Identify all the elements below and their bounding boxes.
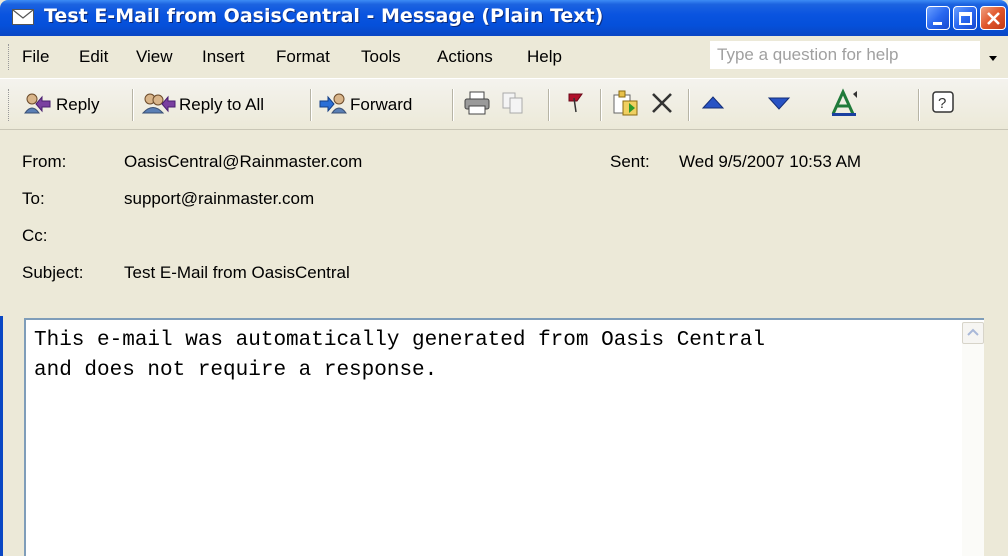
- menu-help[interactable]: Help: [527, 47, 562, 67]
- subject-value: Test E-Mail from OasisCentral: [124, 263, 350, 282]
- menu-file[interactable]: File: [22, 47, 49, 67]
- body-line-2: and does not require a response.: [34, 359, 438, 382]
- next-item-button[interactable]: [766, 89, 792, 121]
- body-line-1: This e-mail was automatically generated …: [34, 329, 765, 352]
- follow-up-flag-button[interactable]: [564, 89, 586, 121]
- close-button[interactable]: [980, 6, 1006, 30]
- menu-insert[interactable]: Insert: [202, 47, 245, 67]
- delete-button[interactable]: [648, 89, 676, 121]
- previous-item-icon: [700, 90, 726, 121]
- toolbar-separator: [918, 89, 920, 121]
- toolbar-separator: [600, 89, 602, 121]
- forward-button[interactable]: Forward: [318, 89, 412, 121]
- scroll-up-arrow-icon: [967, 328, 979, 336]
- to-label: To:: [22, 189, 45, 208]
- envelope-icon: [12, 9, 34, 25]
- help-search-input[interactable]: [711, 42, 967, 68]
- reply-label: Reply: [56, 95, 100, 114]
- reply-all-button[interactable]: Reply to All: [141, 89, 264, 121]
- vertical-scrollbar[interactable]: [962, 344, 984, 556]
- minimize-button[interactable]: [926, 6, 950, 30]
- previous-item-button[interactable]: [700, 89, 726, 121]
- menu-view[interactable]: View: [136, 47, 173, 67]
- toolbar-separator: [310, 89, 312, 121]
- message-body-text[interactable]: This e-mail was automatically generated …: [34, 326, 765, 386]
- sent-label: Sent:: [610, 152, 650, 171]
- toolbar-separator: [688, 89, 690, 121]
- window-title: Test E-Mail from OasisCentral - Message …: [44, 5, 604, 27]
- help-button[interactable]: ?: [930, 89, 958, 121]
- subject-label: Subject:: [22, 263, 84, 282]
- scroll-up-button[interactable]: [962, 322, 984, 344]
- cc-label: Cc:: [22, 226, 48, 245]
- help-icon: ?: [930, 89, 958, 122]
- menu-bar: File Edit View Insert Format Tools Actio…: [0, 36, 1008, 78]
- menu-grip[interactable]: [8, 44, 13, 70]
- toolbar-separator: [452, 89, 454, 121]
- reply-button[interactable]: Reply: [22, 89, 99, 121]
- copy-button[interactable]: [500, 89, 526, 121]
- standard-toolbar: Reply Reply to All Forward ?: [0, 78, 1008, 193]
- maximize-button[interactable]: [953, 6, 977, 30]
- print-icon: [463, 90, 491, 121]
- to-value[interactable]: support@rainmaster.com: [124, 189, 314, 209]
- address-book-icon: [829, 87, 861, 123]
- delete-icon: [648, 89, 676, 122]
- forward-icon: [318, 91, 348, 120]
- from-label: From:: [22, 152, 67, 171]
- move-to-folder-button[interactable]: [611, 89, 641, 121]
- reply-all-icon: [141, 91, 177, 120]
- menu-actions[interactable]: Actions: [437, 47, 493, 67]
- next-item-icon: [766, 90, 792, 121]
- forward-label: Forward: [350, 95, 413, 114]
- toolbar-separator: [132, 89, 134, 121]
- address-book-button[interactable]: [829, 87, 861, 123]
- move-to-folder-icon: [611, 89, 641, 122]
- print-button[interactable]: [463, 89, 491, 121]
- title-bar[interactable]: Test E-Mail from OasisCentral - Message …: [0, 0, 1008, 36]
- menu-edit[interactable]: Edit: [79, 47, 108, 67]
- sent-value: Wed 9/5/2007 10:53 AM: [679, 152, 862, 171]
- menu-tools[interactable]: Tools: [361, 47, 401, 67]
- window-right-margin: [984, 130, 1008, 556]
- reply-all-label: Reply to All: [179, 95, 265, 114]
- message-header: From: OasisCentral@Rainmaster.com Sent: …: [0, 130, 1008, 316]
- toolbar-separator: [548, 89, 550, 121]
- copy-icon: [500, 90, 526, 121]
- svg-text:?: ?: [938, 95, 946, 112]
- help-search-box[interactable]: [710, 41, 980, 69]
- message-body[interactable]: This e-mail was automatically generated …: [24, 318, 984, 556]
- menu-format[interactable]: Format: [276, 47, 330, 67]
- from-value[interactable]: OasisCentral@Rainmaster.com: [124, 152, 362, 172]
- help-dropdown-arrow-icon[interactable]: [989, 56, 997, 61]
- toolbar-grip[interactable]: [8, 89, 13, 121]
- reply-icon: [22, 91, 52, 120]
- flag-icon: [564, 90, 586, 121]
